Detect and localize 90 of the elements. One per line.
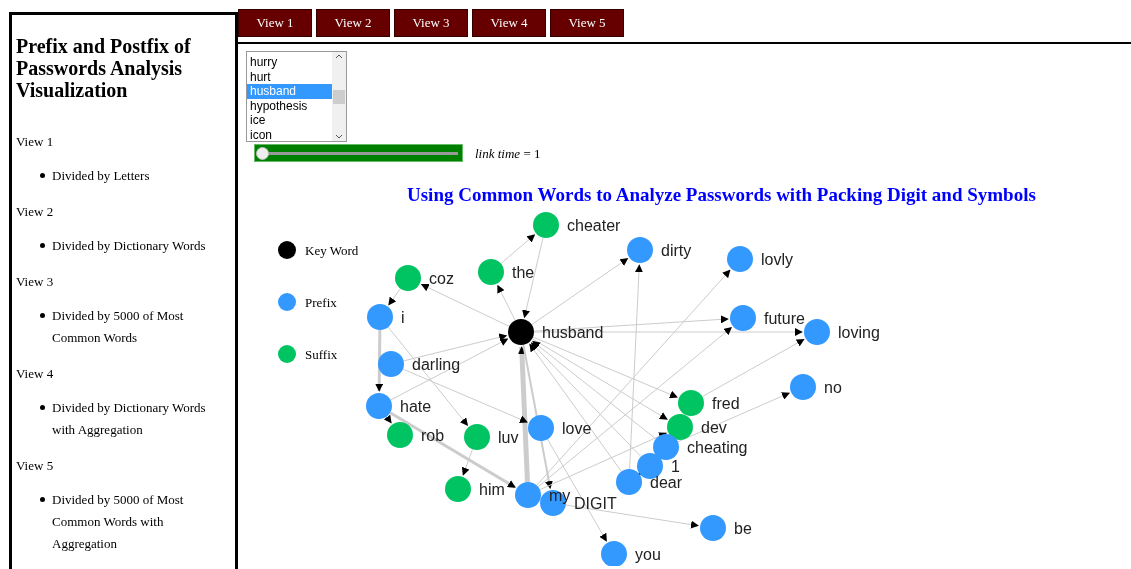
bullet-icon: [40, 243, 45, 248]
graph-node[interactable]: [478, 259, 504, 285]
node-label: DIGIT: [574, 495, 617, 512]
list-option[interactable]: icon: [247, 127, 332, 141]
node-label: dear: [650, 474, 683, 491]
node-label: hate: [400, 398, 432, 415]
graph-node[interactable]: [395, 265, 421, 291]
legend-dot: [278, 241, 296, 259]
node-label: cheating: [687, 439, 748, 456]
view-description[interactable]: Divided by 5000 of Most Common Words with Aggregation: [52, 489, 231, 555]
view-description[interactable]: Divided by Dictionary Words: [52, 235, 210, 257]
graph-node[interactable]: [804, 319, 830, 345]
view-heading: View 4: [16, 365, 55, 383]
bullet-icon: [40, 173, 45, 178]
view-heading: View 3: [16, 273, 55, 291]
link-time-slider[interactable]: [254, 144, 463, 162]
graph-node[interactable]: [508, 319, 534, 345]
slider-thumb[interactable]: [256, 147, 269, 160]
chevron-down-icon[interactable]: [335, 134, 343, 140]
list-option[interactable]: hypothesis: [247, 98, 332, 113]
node-label: future: [764, 310, 805, 327]
list-option[interactable]: hurt: [247, 69, 332, 84]
view-heading: View 2: [16, 203, 55, 221]
node-label: fred: [712, 395, 740, 412]
chevron-up-icon[interactable]: [335, 53, 343, 59]
legend-label: Suffix: [305, 347, 338, 362]
graph-node[interactable]: [627, 237, 653, 263]
legend-dot: [278, 293, 296, 311]
node-label: rob: [421, 427, 445, 444]
node-label: dirty: [661, 242, 692, 259]
bullet-icon: [40, 313, 45, 318]
sidebar-title: Prefix and Postfix of Passwords Analysis Visualization: [16, 35, 192, 101]
graph-node[interactable]: [533, 212, 559, 238]
view-description[interactable]: Divided by Dictionary Words with Aggregation: [52, 397, 231, 441]
scrollbar[interactable]: [332, 52, 346, 141]
node-label: luv: [498, 429, 519, 446]
list-option[interactable]: hurry: [247, 55, 332, 70]
node-label: be: [734, 520, 752, 537]
view-tab[interactable]: View 1: [238, 9, 312, 37]
node-label: him: [479, 481, 505, 498]
view-description[interactable]: Divided by 5000 of Most Common Words: [52, 305, 231, 349]
node-label: loving: [838, 324, 880, 341]
node-label: i: [401, 309, 405, 326]
view-tab[interactable]: View 4: [472, 9, 546, 37]
node-label: lovly: [761, 251, 793, 268]
word-listbox[interactable]: hurry hurt husband hypothesis ice icon: [246, 51, 347, 142]
view-tab[interactable]: View 3: [394, 9, 468, 37]
graph-node[interactable]: [700, 515, 726, 541]
link-time-reading: link time = 1: [475, 146, 541, 162]
node-label: dev: [701, 419, 727, 436]
bullet-icon: [40, 405, 45, 410]
view-heading: View 5: [16, 457, 55, 475]
link-arrow: [375, 330, 384, 392]
node-label: 1: [671, 458, 680, 475]
node-label: coz: [429, 270, 454, 287]
view-heading: View 1: [16, 133, 55, 151]
graph-node[interactable]: [678, 390, 704, 416]
graph-node[interactable]: [366, 393, 392, 419]
list-option[interactable]: ice: [247, 113, 332, 128]
scrollbar-thumb[interactable]: [333, 89, 345, 104]
node-label: you: [635, 546, 661, 563]
graph-node[interactable]: [367, 304, 393, 330]
view-description[interactable]: Divided by Letters: [52, 165, 154, 187]
legend-label: Prefix: [305, 295, 337, 310]
graph-node[interactable]: [727, 246, 753, 272]
view-tab[interactable]: View 2: [316, 9, 390, 37]
bullet-icon: [40, 497, 45, 502]
graph-node[interactable]: [790, 374, 816, 400]
graph-node[interactable]: [528, 415, 554, 441]
legend-label: Key Word: [305, 243, 359, 258]
node-label: darling: [412, 356, 461, 373]
node-label: no: [824, 379, 842, 396]
view-tab[interactable]: View 5: [550, 9, 624, 37]
graph-node[interactable]: [667, 414, 693, 440]
graph-node[interactable]: [601, 541, 627, 566]
graph-node[interactable]: [464, 424, 490, 450]
graph-node[interactable]: [730, 305, 756, 331]
graph-node[interactable]: [515, 482, 541, 508]
node-label: husband: [542, 324, 604, 341]
legend-dot: [278, 345, 296, 363]
graph-title: Using Common Words to Analyze Passwords with Packing Digit and Symbols: [407, 184, 1037, 206]
graph-node[interactable]: [653, 434, 679, 460]
link-arrow: [388, 288, 401, 306]
node-label: the: [512, 264, 535, 281]
graph-node[interactable]: [445, 476, 471, 502]
graph-node[interactable]: [616, 469, 642, 495]
graph-node[interactable]: [378, 351, 404, 377]
graph-node[interactable]: [387, 422, 413, 448]
node-label: love: [562, 420, 592, 437]
node-label: cheater: [567, 217, 621, 234]
